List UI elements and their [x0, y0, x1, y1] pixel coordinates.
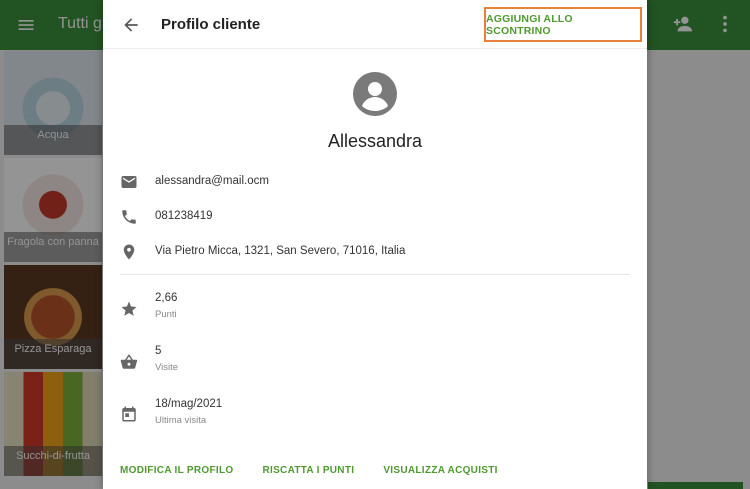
visits-value: 5	[155, 345, 162, 357]
back-arrow-icon[interactable]	[119, 13, 143, 37]
divider	[120, 274, 630, 275]
customer-profile-dialog: Profilo cliente AGGIUNGI ALLO SCONTRINO …	[103, 0, 647, 489]
address-value: Via Pietro Micca, 1321, San Severo, 7101…	[155, 245, 406, 257]
dialog-title: Profilo cliente	[161, 16, 261, 33]
dialog-actions: MODIFICA IL PROFILO RISCATTA I PUNTI VIS…	[120, 465, 498, 476]
visits-label: Visite	[155, 362, 179, 373]
points-value: 2,66	[155, 292, 178, 304]
avatar-icon	[352, 71, 398, 117]
phone-icon	[120, 208, 138, 226]
points-label: Punti	[155, 309, 177, 320]
email-value: alessandra@mail.ocm	[155, 175, 269, 187]
last-visit-label: Ultima visita	[155, 415, 207, 426]
location-pin-icon	[120, 243, 138, 261]
star-icon	[120, 300, 138, 318]
phone-value: 081238419	[155, 210, 213, 222]
calendar-icon	[120, 405, 138, 423]
customer-name: Allessandra	[327, 131, 423, 151]
add-to-receipt-button[interactable]: AGGIUNGI ALLO SCONTRINO	[484, 7, 642, 42]
email-icon	[120, 173, 138, 191]
basket-icon	[120, 353, 138, 371]
edit-profile-button[interactable]: MODIFICA IL PROFILO	[120, 465, 233, 476]
dialog-header: Profilo cliente AGGIUNGI ALLO SCONTRINO	[103, 0, 647, 49]
view-purchases-button[interactable]: VISUALIZZA ACQUISTI	[383, 465, 497, 476]
redeem-points-button[interactable]: RISCATTA I PUNTI	[262, 465, 354, 476]
last-visit-value: 18/mag/2021	[155, 398, 223, 410]
